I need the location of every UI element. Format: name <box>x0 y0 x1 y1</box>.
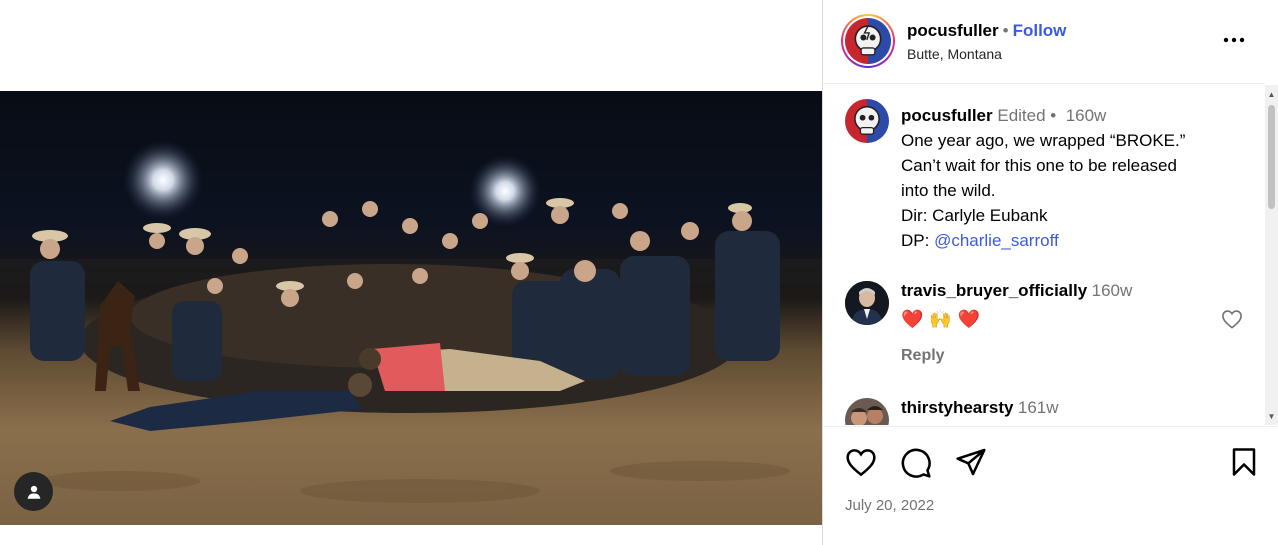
caption-line: One year ago, we wrapped “BROKE.” <box>901 131 1186 150</box>
post-date[interactable]: July 20, 2022 <box>845 497 934 514</box>
scrollbar-thumb[interactable] <box>1268 105 1275 209</box>
like-button[interactable] <box>845 447 877 482</box>
comment-button[interactable] <box>900 447 932 484</box>
user-tag-icon <box>27 485 40 499</box>
post-actions-bar: July 20, 2022 <box>823 426 1278 545</box>
caption-age[interactable]: 160w <box>1066 106 1107 125</box>
mention-link[interactable]: @charlie_sarroff <box>934 231 1059 250</box>
user-tag-button[interactable] <box>14 472 53 511</box>
comments-list[interactable]: pocusfuller Edited • 160w One year ago, … <box>823 85 1265 425</box>
more-options-icon <box>1223 37 1245 43</box>
caption-author-avatar[interactable] <box>845 99 889 143</box>
separator-dot: • <box>1045 106 1066 125</box>
caption-header-line: pocusfuller Edited • 160w <box>901 103 1251 128</box>
save-button[interactable] <box>1231 447 1257 482</box>
comment-item: travis_bruyer_officially 160w <box>823 281 1265 381</box>
reply-button[interactable]: Reply <box>901 347 945 365</box>
share-icon <box>956 448 986 476</box>
dp-prefix: DP: <box>901 231 935 250</box>
comment-header-line: thirstyhearsty 161w <box>901 398 1059 418</box>
more-options-button[interactable] <box>1219 28 1249 52</box>
caption-dp-line: DP: @charlie_sarroff <box>901 228 1251 253</box>
commenter-avatar[interactable] <box>845 281 889 325</box>
author-avatar-image <box>845 18 891 64</box>
heart-outline-icon <box>1222 310 1242 329</box>
caption-comment: pocusfuller Edited • 160w One year ago, … <box>823 85 1265 285</box>
heart-icon <box>846 449 876 477</box>
comment-username[interactable]: travis_bruyer_officially <box>901 281 1087 300</box>
caption-username[interactable]: pocusfuller <box>901 106 993 125</box>
follow-button[interactable]: Follow <box>1013 21 1067 40</box>
commenter-avatar[interactable] <box>845 398 889 425</box>
share-button[interactable] <box>955 447 987 482</box>
comment-item: thirstyhearsty 161w <box>823 398 1265 425</box>
post-photo[interactable] <box>0 91 822 525</box>
post-location[interactable]: Butte, Montana <box>907 46 1002 62</box>
scroll-up-arrow-icon[interactable]: ▲ <box>1265 87 1278 101</box>
caption-edited-label: Edited <box>997 106 1046 125</box>
caption-line: Dir: Carlyle Eubank <box>901 206 1048 225</box>
caption-line: into the wild. <box>901 181 996 200</box>
comment-age[interactable]: 161w <box>1018 398 1059 417</box>
instagram-post-modal: pocusfuller • Follow Butte, Montana pocu… <box>0 0 1278 545</box>
post-details-panel: pocusfuller • Follow Butte, Montana pocu… <box>823 0 1278 545</box>
floodlight-left <box>123 140 203 220</box>
comment-text: ❤️🙌❤️ <box>901 307 986 331</box>
media-pane <box>0 0 822 545</box>
caption-line: Can’t wait for this one to be released <box>901 156 1177 175</box>
comment-icon <box>901 448 931 478</box>
scroll-down-arrow-icon[interactable]: ▼ <box>1265 409 1278 423</box>
post-header: pocusfuller • Follow Butte, Montana <box>823 0 1265 84</box>
photo-illustration <box>0 140 822 503</box>
comment-emoji-text: ❤️🙌❤️ <box>901 308 987 329</box>
comment-age[interactable]: 160w <box>1092 281 1133 300</box>
separator-dot: • <box>1002 21 1009 40</box>
comment-username[interactable]: thirstyhearsty <box>901 398 1013 417</box>
header-username-row: pocusfuller • Follow <box>907 21 1066 41</box>
author-avatar[interactable] <box>841 14 895 68</box>
comments-scrollbar[interactable]: ▲ ▼ <box>1265 85 1278 425</box>
comment-like-button[interactable] <box>1221 309 1243 334</box>
author-username[interactable]: pocusfuller <box>907 21 999 40</box>
caption-text: pocusfuller Edited • 160w One year ago, … <box>901 103 1251 253</box>
comment-header-line: travis_bruyer_officially 160w <box>901 281 1132 301</box>
bookmark-icon <box>1232 448 1256 476</box>
